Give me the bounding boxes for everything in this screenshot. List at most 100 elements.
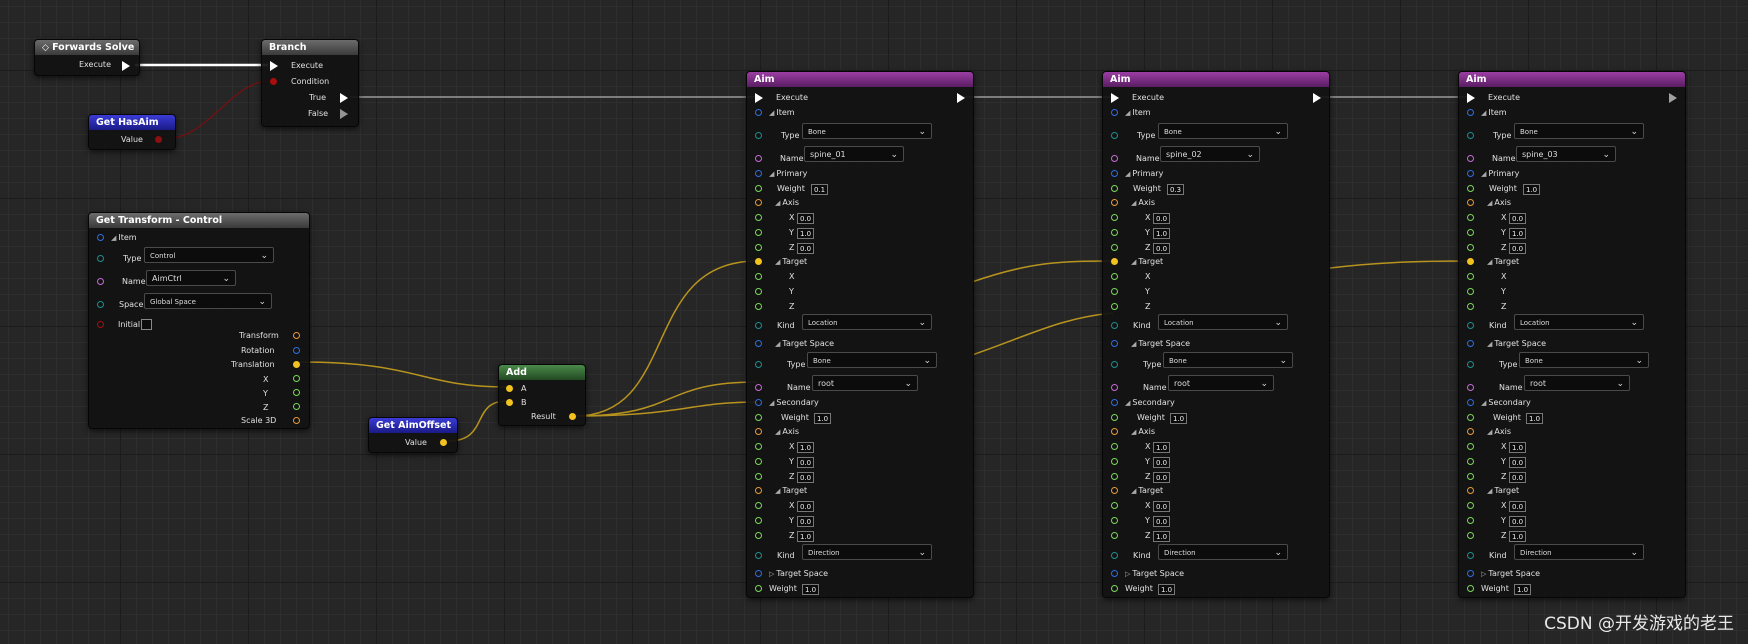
ts-type-pin[interactable] [1467,361,1474,368]
exec-out-pin[interactable] [1669,93,1677,103]
type-pin[interactable] [1111,132,1118,139]
primary-axis-y-field[interactable]: 1.0 [1509,228,1527,239]
s-axis-y-pin[interactable] [755,458,762,465]
target-x-pin[interactable] [1111,273,1118,280]
secondary-weight-field[interactable]: 1.0 [814,413,832,424]
primary-axis-x-field[interactable]: 0.0 [1509,213,1527,224]
exec-in-pin[interactable] [1467,93,1475,103]
type-dropdown[interactable]: Bone ⌄ [1514,123,1644,139]
s-weight-pin[interactable] [1111,414,1118,421]
s-target-x-pin[interactable] [1467,502,1474,509]
value-pin[interactable] [155,136,162,143]
secondary-target-x-field[interactable]: 0.0 [1153,501,1171,512]
axis-x-pin[interactable] [1467,214,1474,221]
secondary-target-z-field[interactable]: 1.0 [1509,531,1527,542]
x-pin[interactable] [293,375,300,382]
secondary-axis-y-field[interactable]: 0.0 [1509,457,1527,468]
s-axis-z-pin[interactable] [755,473,762,480]
secondary-axis-z-field[interactable]: 0.0 [1509,472,1527,483]
target-z-pin[interactable] [755,303,762,310]
get-aimoffset-node[interactable]: Get AimOffset Value [368,417,458,453]
secondary-target-z-field[interactable]: 1.0 [1153,531,1171,542]
weight-field[interactable]: 1.0 [1514,584,1532,595]
exec-in-pin[interactable] [755,93,763,103]
s-weight-pin[interactable] [755,414,762,421]
item-pin[interactable] [1111,109,1118,116]
y-pin[interactable] [293,389,300,396]
s-axis-pin[interactable] [755,428,762,435]
ts-type-pin[interactable] [1111,361,1118,368]
graph-canvas[interactable]: ◇ Forwards Solve Execute Branch Execute … [0,0,1748,644]
ts-name-pin[interactable] [1467,384,1474,391]
name-pin[interactable] [1467,155,1474,162]
primary-weight-field[interactable]: 1.0 [1523,184,1541,195]
s-axis-z-pin[interactable] [1111,473,1118,480]
condition-pin[interactable] [270,78,277,85]
axis-y-pin[interactable] [755,229,762,236]
b-pin[interactable] [506,399,513,406]
axis-x-pin[interactable] [755,214,762,221]
name-dropdown[interactable]: spine_02 ⌄ [1160,146,1260,162]
target-space-type-dropdown[interactable]: Bone ⌄ [1163,352,1293,368]
ts-name-pin[interactable] [1111,384,1118,391]
item-pin[interactable] [97,234,104,241]
axis-z-pin[interactable] [1111,244,1118,251]
s-target-y-pin[interactable] [755,517,762,524]
type-pin[interactable] [97,255,104,262]
s-target-space-pin[interactable] [1111,570,1118,577]
name-dropdown[interactable]: spine_03 ⌄ [1516,146,1616,162]
secondary-weight-field[interactable]: 1.0 [1170,413,1188,424]
type-dropdown[interactable]: Bone ⌄ [802,123,932,139]
secondary-pin[interactable] [1111,399,1118,406]
exec-out-pin[interactable] [122,61,130,71]
secondary-target-y-field[interactable]: 0.0 [1153,516,1171,527]
s-axis-x-pin[interactable] [755,443,762,450]
result-pin[interactable] [569,413,576,420]
false-exec-pin[interactable] [340,109,348,119]
weight-pin[interactable] [1111,585,1118,592]
s-target-pin[interactable] [1111,487,1118,494]
branch-node[interactable]: Branch Execute Condition True False [261,39,359,127]
primary-axis-z-field[interactable]: 0.0 [797,243,815,254]
secondary-axis-x-field[interactable]: 1.0 [797,442,815,453]
a-pin[interactable] [506,385,513,392]
type-pin[interactable] [755,132,762,139]
rotation-pin[interactable] [293,347,300,354]
axis-z-pin[interactable] [755,244,762,251]
target-space-type-dropdown[interactable]: Bone ⌄ [807,352,937,368]
primary-axis-z-field[interactable]: 0.0 [1509,243,1527,254]
target-y-pin[interactable] [1467,288,1474,295]
s-kind-pin[interactable] [755,552,762,559]
target-space-type-dropdown[interactable]: Bone ⌄ [1519,352,1649,368]
primary-pin[interactable] [1111,170,1118,177]
target-x-pin[interactable] [1467,273,1474,280]
secondary-kind-dropdown[interactable]: Direction ⌄ [1514,544,1644,560]
s-target-space-pin[interactable] [1467,570,1474,577]
ts-name-pin[interactable] [755,384,762,391]
get-hasaim-node[interactable]: Get HasAim Value [88,114,176,150]
weight-pin[interactable] [1467,585,1474,592]
primary-axis-y-field[interactable]: 1.0 [797,228,815,239]
target-z-pin[interactable] [1467,303,1474,310]
transform-pin[interactable] [293,332,300,339]
secondary-target-x-field[interactable]: 0.0 [797,501,815,512]
kind-pin[interactable] [755,322,762,329]
type-pin[interactable] [1467,132,1474,139]
secondary-target-z-field[interactable]: 1.0 [797,531,815,542]
axis-y-pin[interactable] [1467,229,1474,236]
target-space-pin[interactable] [1111,340,1118,347]
target-x-pin[interactable] [755,273,762,280]
target-pin[interactable] [755,258,762,265]
s-target-z-pin[interactable] [1111,532,1118,539]
name-pin[interactable] [97,278,104,285]
aim-node-1[interactable]: Aim Execute ◢ Item Type Bone ⌄ Name spine_01 ⌄ ◢ Pr… [746,71,974,598]
weight-pin[interactable] [1111,185,1118,192]
primary-pin[interactable] [1467,170,1474,177]
weight-field[interactable]: 1.0 [802,584,820,595]
axis-x-pin[interactable] [1111,214,1118,221]
s-target-y-pin[interactable] [1111,517,1118,524]
primary-axis-z-field[interactable]: 0.0 [1153,243,1171,254]
weight-pin[interactable] [1467,185,1474,192]
s-weight-pin[interactable] [1467,414,1474,421]
s-target-pin[interactable] [755,487,762,494]
